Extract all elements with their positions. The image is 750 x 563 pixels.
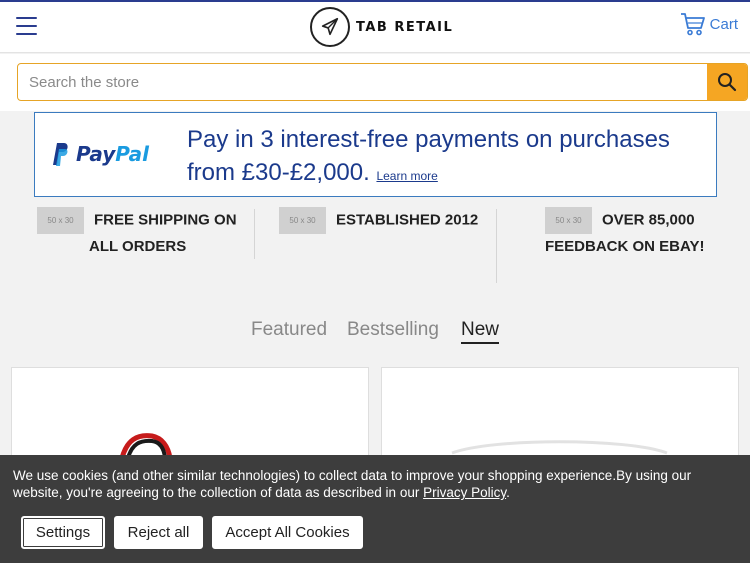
paypal-logo: PayPal [50, 141, 149, 167]
menu-icon[interactable] [16, 17, 37, 35]
divider [496, 209, 497, 283]
usp-free-shipping-line-2: ALL ORDERS [89, 238, 187, 255]
site-logo[interactable]: TAB RETAIL [310, 6, 453, 48]
usp-established: 50 x 30 ESTABLISHED 2012 [279, 207, 478, 234]
tab-featured[interactable]: Featured [251, 319, 327, 341]
cookie-banner: We use cookies (and other similar techno… [0, 455, 750, 563]
paypal-p-icon [53, 143, 68, 166]
cart-icon [680, 13, 705, 36]
tab-new[interactable]: New [461, 319, 500, 344]
reject-all-button[interactable]: Reject all [114, 516, 203, 549]
usp-feedback-line-2: FEEDBACK ON EBAY! [545, 238, 705, 255]
cart-link[interactable]: Cart [680, 12, 738, 36]
search-bar [0, 54, 750, 111]
paypal-banner: PayPal Pay in 3 interest-free payments o… [34, 112, 717, 197]
search-button[interactable] [707, 64, 747, 100]
paypal-wordmark: PayPal [76, 142, 150, 166]
tab-bestselling[interactable]: Bestselling [347, 319, 439, 341]
paypal-line-1: Pay in 3 interest-free payments on purch… [187, 126, 670, 153]
logo-text: TAB RETAIL [356, 19, 454, 35]
search-icon [718, 73, 737, 92]
site-header: TAB RETAIL Cart [0, 2, 750, 53]
usp-placeholder-image: 50 x 30 [37, 207, 84, 234]
product-image [119, 433, 173, 459]
search-box [17, 63, 748, 101]
search-input[interactable] [18, 64, 688, 100]
paypal-line-2: from £30-£2,000. Learn more [187, 159, 438, 186]
paypal-message: Pay in 3 interest-free payments on purch… [187, 123, 670, 193]
paper-plane-icon [310, 7, 350, 47]
divider [254, 209, 255, 259]
learn-more-link[interactable]: Learn more [376, 169, 437, 183]
accept-all-cookies-button[interactable]: Accept All Cookies [212, 516, 363, 549]
cookie-message: We use cookies (and other similar techno… [13, 468, 692, 500]
usp-feedback: 50 x 30 OVER 85,000 FEEDBACK ON EBAY! [545, 207, 704, 260]
usp-free-shipping: 50 x 30 FREE SHIPPING ON ALL ORDERS [37, 207, 237, 260]
cart-label: Cart [709, 15, 738, 33]
usp-placeholder-image: 50 x 30 [545, 207, 592, 234]
cookie-settings-button[interactable]: Settings [21, 516, 105, 549]
product-image [451, 440, 668, 455]
usp-placeholder-image: 50 x 30 [279, 207, 326, 234]
privacy-policy-link[interactable]: Privacy Policy [423, 485, 506, 500]
